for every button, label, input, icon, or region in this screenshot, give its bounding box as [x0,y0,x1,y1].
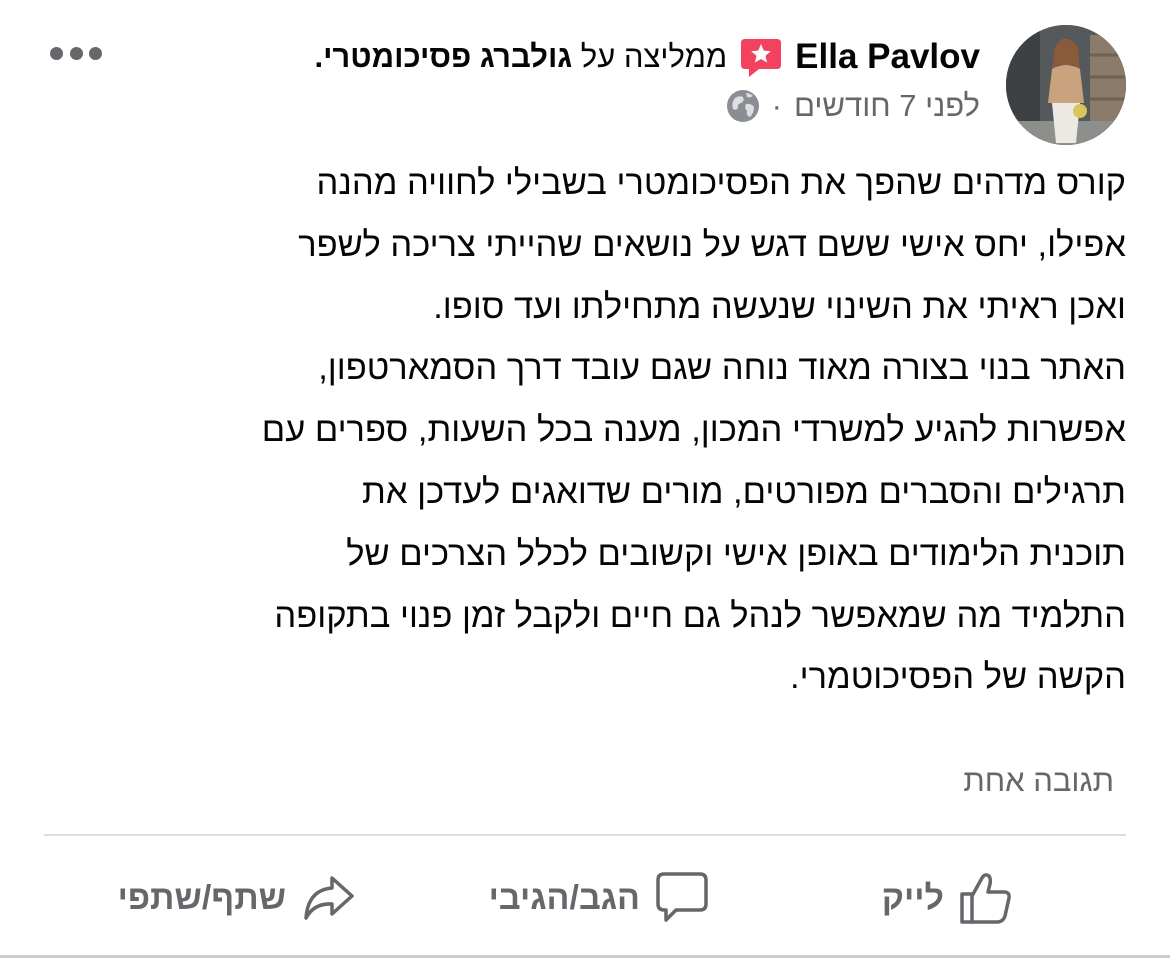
avatar-photo [1006,25,1126,145]
like-button[interactable]: לייק [882,862,1014,934]
body-line: אפשרות להגיע למשרדי המכון, מענה בכל השעו… [261,411,1126,450]
body-line: אפילו, יחס אישי ששם דגש על נושאים שהייתי… [298,225,1126,264]
author-name[interactable]: Ella Pavlov [795,37,980,77]
thumbs-up-icon [960,873,1011,924]
post-header: Ella Pavlov ממליצה על גולברג פסיכומטרי. [314,32,980,82]
comment-label: הגב/הגיבי [488,878,640,917]
divider [44,834,1126,836]
body-line: ואכן ראיתי את השינוי שנעשה מתחילתו ועד ס… [433,287,1126,326]
review-post: Ella Pavlov ממליצה על גולברג פסיכומטרי. … [0,0,1170,958]
recommendation-text: ממליצה על גולברג פסיכומטרי. [314,39,727,75]
body-line: תרגילים והסברים מפורטים, מורים שדואגים ל… [362,472,1126,511]
post-meta: לפני 7 חודשים · [726,84,980,128]
replies-count[interactable]: תגובה אחת [963,756,1114,806]
share-button[interactable]: שתף/שתפי [118,862,356,934]
avatar[interactable] [1006,25,1126,145]
page-link[interactable]: גולברג פסיכומטרי [323,39,572,74]
more-dot [69,46,83,60]
recommend-badge-icon [741,39,782,77]
body-line: התלמיד מה שמאפשר לנהל גם חיים ולקבל זמן … [274,596,1126,635]
share-label: שתף/שתפי [117,878,286,917]
meta-separator: · [771,88,782,123]
post-body: קורס מדהים שהפך את הפסיכומטרי בשבילי לחו… [60,153,1126,709]
body-line: האתר בנוי בצורה מאוד נוחה שגם עובד דרך ה… [318,349,1126,388]
comment-bubble-icon [656,872,708,922]
body-line: הקשה של הפסיכוטמרי. [790,658,1126,697]
recommends-prefix: ממליצה על [580,39,728,74]
share-arrow-icon [304,876,354,920]
comment-button[interactable]: הגב/הגיבי [489,862,710,934]
globe-icon [726,90,759,122]
post-timestamp[interactable]: לפני 7 חודשים [794,88,980,124]
like-label: לייק [881,878,944,917]
more-dot [89,46,102,60]
more-dot [50,46,63,60]
more-options-icon[interactable] [50,38,102,68]
page-suffix: . [314,39,324,74]
body-line: תוכנית הלימודים באופן אישי וקשובים לכלל … [346,534,1126,573]
body-line: קורס מדהים שהפך את הפסיכומטרי בשבילי לחו… [316,164,1126,202]
